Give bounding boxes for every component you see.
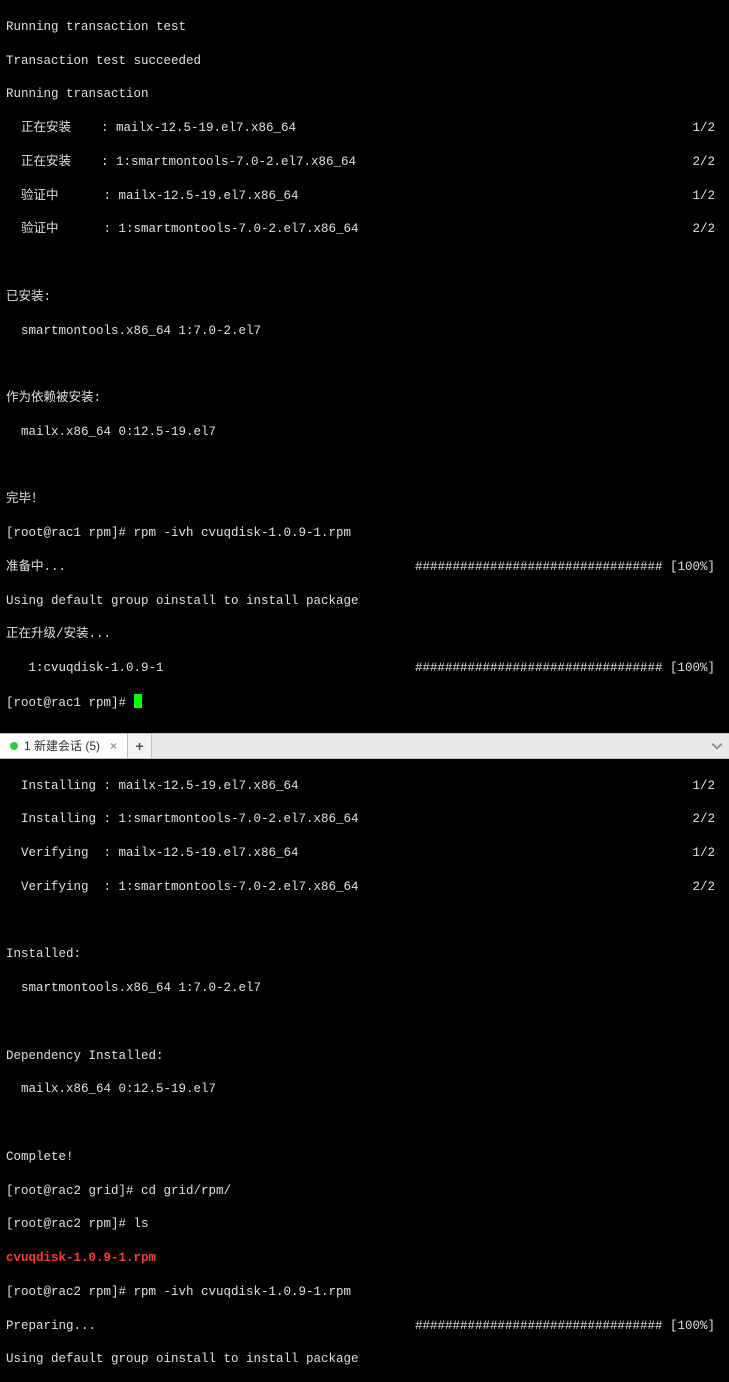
output-line: mailx.x86_64 0:12.5-19.el7: [6, 1081, 723, 1098]
chevron-down-icon: [711, 740, 723, 752]
output-line: 已安装:: [6, 289, 723, 306]
shell-prompt-active[interactable]: [root@rac1 rpm]#: [6, 694, 723, 712]
output-line: Verifying : 1:smartmontools-7.0-2.el7.x8…: [6, 879, 723, 896]
session-tab-label: 1 新建会话 (5): [24, 737, 100, 754]
cursor-icon: [134, 694, 142, 708]
close-icon[interactable]: ×: [110, 739, 117, 753]
session-tab[interactable]: 1 新建会话 (5) ×: [0, 734, 128, 758]
output-line: [6, 1014, 723, 1031]
output-line: smartmontools.x86_64 1:7.0-2.el7: [6, 980, 723, 997]
shell-prompt: [root@rac2 rpm]# ls: [6, 1216, 723, 1233]
output-line: 作为依赖被安装:: [6, 390, 723, 407]
output-line: Complete!: [6, 1149, 723, 1166]
output-line: Using default group oinstall to install …: [6, 1351, 723, 1368]
output-line: 1:cvuqdisk-1.0.9-1######################…: [6, 660, 723, 677]
output-line: [6, 913, 723, 930]
output-line: mailx.x86_64 0:12.5-19.el7: [6, 424, 723, 441]
add-tab-button[interactable]: +: [128, 734, 152, 758]
output-line: [6, 1115, 723, 1132]
output-line: Installing : 1:smartmontools-7.0-2.el7.x…: [6, 811, 723, 828]
shell-prompt: [root@rac2 rpm]# rpm -ivh cvuqdisk-1.0.9…: [6, 1284, 723, 1301]
file-listing: cvuqdisk-1.0.9-1.rpm: [6, 1250, 723, 1267]
output-line: smartmontools.x86_64 1:7.0-2.el7: [6, 323, 723, 340]
shell-prompt: [root@rac2 grid]# cd grid/rpm/: [6, 1183, 723, 1200]
output-line: Preparing...############################…: [6, 1318, 723, 1335]
output-line: [6, 255, 723, 272]
output-line: Running transaction test: [6, 19, 723, 36]
status-dot-icon: [10, 742, 18, 750]
output-line: Running transaction: [6, 86, 723, 103]
terminal-pane-2[interactable]: Installing : mailx-12.5-19.el7.x86_641/2…: [0, 759, 729, 1382]
output-line: Transaction test succeeded: [6, 53, 723, 70]
tab-bar-menu[interactable]: [152, 734, 729, 758]
output-line: 准备中...################################# …: [6, 559, 723, 576]
output-line: Dependency Installed:: [6, 1048, 723, 1065]
output-line: 正在安装 : mailx-12.5-19.el7.x86_641/2: [6, 120, 723, 137]
output-line: Installed:: [6, 946, 723, 963]
output-line: 正在升级/安装...: [6, 626, 723, 643]
output-line: 完毕！: [6, 491, 723, 508]
output-line: 正在安装 : 1:smartmontools-7.0-2.el7.x86_642…: [6, 154, 723, 171]
shell-prompt: [root@rac1 rpm]# rpm -ivh cvuqdisk-1.0.9…: [6, 525, 723, 542]
output-line: Installing : mailx-12.5-19.el7.x86_641/2: [6, 778, 723, 795]
output-line: [6, 458, 723, 475]
output-line: Using default group oinstall to install …: [6, 593, 723, 610]
output-line: [6, 356, 723, 373]
output-line: 验证中 : 1:smartmontools-7.0-2.el7.x86_642/…: [6, 221, 723, 238]
session-tab-bar: 1 新建会话 (5) × +: [0, 733, 729, 759]
terminal-pane-1[interactable]: Running transaction test Transaction tes…: [0, 0, 729, 733]
output-line: Verifying : mailx-12.5-19.el7.x86_641/2: [6, 845, 723, 862]
output-line: 验证中 : mailx-12.5-19.el7.x86_641/2: [6, 188, 723, 205]
